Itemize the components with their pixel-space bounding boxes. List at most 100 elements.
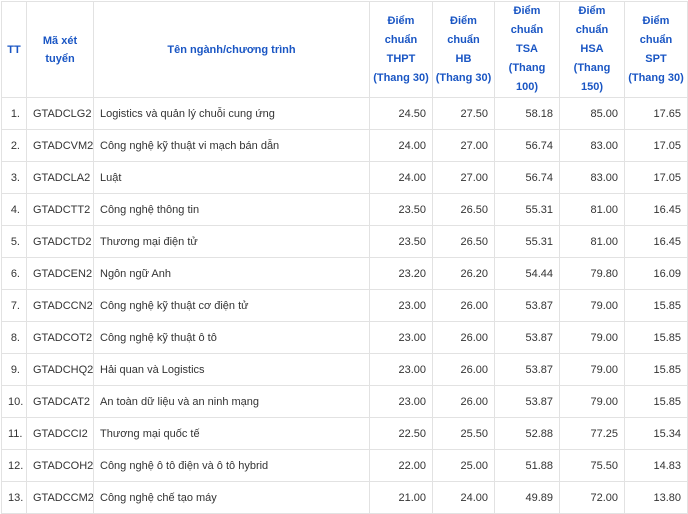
cell-hb: 27.00: [432, 161, 495, 194]
table-row: 12. GTADCOH2 Công nghệ ô tô điện và ô tô…: [1, 449, 688, 482]
header-hsa-line3: (Thang 150): [573, 62, 611, 93]
cell-thpt: 23.00: [369, 353, 433, 386]
cell-tsa: 56.74: [494, 129, 560, 162]
header-spt-line1: Điểm chuẩn: [639, 14, 673, 46]
cell-tsa: 54.44: [494, 257, 560, 290]
cell-name: Công nghệ thông tin: [93, 193, 370, 226]
cell-spt: 15.85: [624, 353, 688, 386]
cell-hsa: 72.00: [559, 481, 625, 514]
header-name: Tên ngành/chương trình: [93, 1, 370, 98]
cell-spt: 16.09: [624, 257, 688, 290]
cell-name: Thương mại quốc tế: [93, 417, 370, 450]
cell-tsa: 55.31: [494, 193, 560, 226]
cell-name: Công nghệ kỹ thuật ô tô: [93, 321, 370, 354]
header-thpt-line1: Điểm chuẩn: [384, 14, 418, 46]
cell-tt: 5.: [1, 225, 27, 258]
header-hb-line1: Điểm chuẩn: [447, 14, 480, 46]
cell-name: Công nghệ kỹ thuật vi mạch bán dẫn: [93, 129, 370, 162]
cell-tt: 12.: [1, 449, 27, 482]
cell-tt: 9.: [1, 353, 27, 386]
cell-thpt: 22.00: [369, 449, 433, 482]
cell-code: GTADCCI2: [26, 417, 94, 450]
cell-thpt: 23.50: [369, 193, 433, 226]
cell-tt: 11.: [1, 417, 27, 450]
cell-tsa: 53.87: [494, 385, 560, 418]
cell-name: Luật: [93, 161, 370, 194]
header-code: Mã xét tuyển: [26, 1, 94, 98]
table-row: 3. GTADCLA2 Luật 24.00 27.00 56.74 83.00…: [1, 161, 688, 194]
header-spt-line3: (Thang 30): [628, 71, 684, 84]
cell-spt: 13.80: [624, 481, 688, 514]
cell-hsa: 75.50: [559, 449, 625, 482]
admission-scores-table: TT Mã xét tuyển Tên ngành/chương trình Đ…: [1, 1, 688, 514]
cell-spt: 15.85: [624, 321, 688, 354]
cell-spt: 17.05: [624, 129, 688, 162]
cell-code: GTADCTD2: [26, 225, 94, 258]
header-thpt: Điểm chuẩn THPT (Thang 30): [369, 1, 433, 98]
cell-hsa: 85.00: [559, 97, 625, 130]
cell-tsa: 49.89: [494, 481, 560, 514]
cell-tt: 8.: [1, 321, 27, 354]
cell-hsa: 77.25: [559, 417, 625, 450]
cell-code: GTADCCN2: [26, 289, 94, 322]
cell-tsa: 53.87: [494, 321, 560, 354]
header-spt: Điểm chuẩn SPT (Thang 30): [624, 1, 688, 98]
header-hsa-line2: HSA: [580, 43, 604, 55]
cell-thpt: 23.00: [369, 385, 433, 418]
cell-hb: 26.00: [432, 353, 495, 386]
cell-name: Hải quan và Logistics: [93, 353, 370, 386]
cell-tsa: 53.87: [494, 353, 560, 386]
cell-name: Công nghệ chế tạo máy: [93, 481, 370, 514]
header-tt: TT: [1, 1, 27, 98]
cell-thpt: 24.00: [369, 129, 433, 162]
header-spt-line2: SPT: [645, 52, 667, 65]
cell-name: Công nghệ kỹ thuật cơ điện tử: [93, 289, 370, 322]
cell-thpt: 23.50: [369, 225, 433, 258]
cell-tt: 4.: [1, 193, 27, 226]
table-row: 7. GTADCCN2 Công nghệ kỹ thuật cơ điện t…: [1, 289, 688, 322]
cell-hsa: 81.00: [559, 225, 625, 258]
cell-hsa: 79.00: [559, 289, 625, 322]
header-hb-line2: HB: [455, 52, 472, 65]
cell-hsa: 79.00: [559, 385, 625, 418]
cell-thpt: 23.00: [369, 289, 433, 322]
header-hsa-line1: Điểm chuẩn: [575, 5, 609, 36]
cell-hsa: 83.00: [559, 161, 625, 194]
cell-tsa: 56.74: [494, 161, 560, 194]
cell-name: Ngôn ngữ Anh: [93, 257, 370, 290]
table-row: 5. GTADCTD2 Thương mại điện tử 23.50 26.…: [1, 225, 688, 258]
table-row: 4. GTADCTT2 Công nghệ thông tin 23.50 26…: [1, 193, 688, 226]
cell-code: GTADCEN2: [26, 257, 94, 290]
cell-thpt: 24.00: [369, 161, 433, 194]
header-hb-line3: (Thang 30): [435, 71, 492, 84]
cell-hb: 24.00: [432, 481, 495, 514]
table-row: 8. GTADCOT2 Công nghệ kỹ thuật ô tô 23.0…: [1, 321, 688, 354]
cell-hsa: 79.00: [559, 353, 625, 386]
cell-code: GTADCOT2: [26, 321, 94, 354]
table-row: 11. GTADCCI2 Thương mại quốc tế 22.50 25…: [1, 417, 688, 450]
cell-name: Logistics và quản lý chuỗi cung ứng: [93, 97, 370, 130]
cell-hb: 26.20: [432, 257, 495, 290]
cell-spt: 15.85: [624, 385, 688, 418]
cell-name: Thương mại điện tử: [93, 225, 370, 258]
header-tsa-line3: (Thang 100): [508, 62, 546, 93]
cell-code: GTADCCM2: [26, 481, 94, 514]
cell-tsa: 52.88: [494, 417, 560, 450]
cell-spt: 16.45: [624, 193, 688, 226]
header-thpt-line3: (Thang 30): [373, 71, 429, 84]
cell-tt: 6.: [1, 257, 27, 290]
table-row: 13. GTADCCM2 Công nghệ chế tạo máy 21.00…: [1, 481, 688, 514]
cell-hb: 25.00: [432, 449, 495, 482]
cell-code: GTADCOH2: [26, 449, 94, 482]
cell-tt: 7.: [1, 289, 27, 322]
cell-thpt: 23.20: [369, 257, 433, 290]
cell-code: GTADCHQ2: [26, 353, 94, 386]
cell-hsa: 83.00: [559, 129, 625, 162]
header-row: TT Mã xét tuyển Tên ngành/chương trình Đ…: [1, 1, 688, 98]
cell-code: GTADCTT2: [26, 193, 94, 226]
cell-tt: 13.: [1, 481, 27, 514]
cell-spt: 16.45: [624, 225, 688, 258]
cell-name: An toàn dữ liệu và an ninh mạng: [93, 385, 370, 418]
cell-hsa: 79.00: [559, 321, 625, 354]
table-row: 10. GTADCAT2 An toàn dữ liệu và an ninh …: [1, 385, 688, 418]
